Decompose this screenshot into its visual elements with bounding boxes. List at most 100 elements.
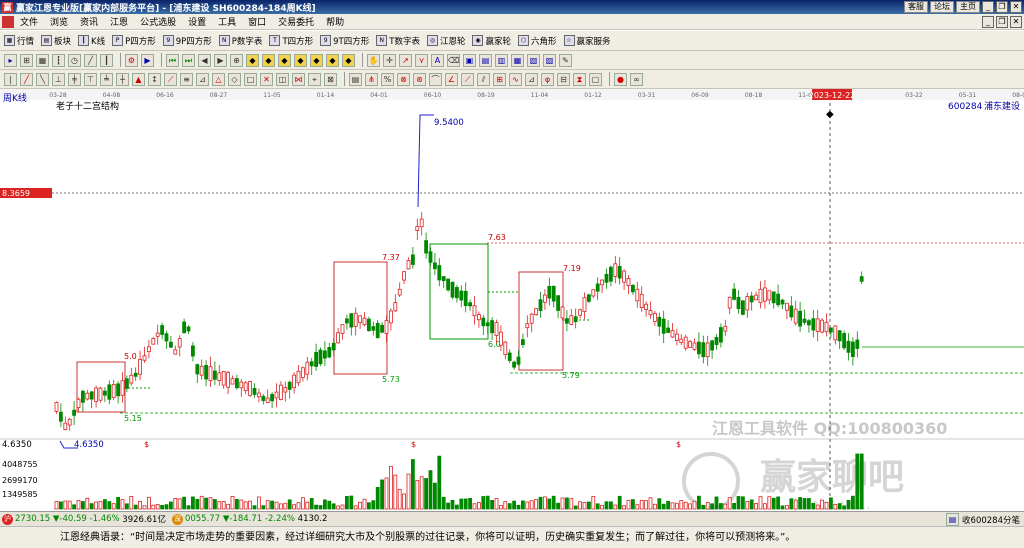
left-icon[interactable]: ◀ xyxy=(198,53,211,67)
trendline-icon[interactable]: ↗ xyxy=(399,53,412,67)
sh-index-block[interactable]: 沪 2730.15 ▼-40.59 -1.46% 3926.61亿 xyxy=(2,513,166,525)
split-icon[interactable]: ⊟ xyxy=(557,72,570,86)
menu-gann[interactable]: 江恩 xyxy=(104,15,134,28)
menu-info[interactable]: 资讯 xyxy=(74,15,104,28)
service-button[interactable]: 客服 xyxy=(904,1,928,13)
eraser-icon[interactable]: ⌫ xyxy=(447,53,460,67)
diamond-6-icon[interactable]: ◆ xyxy=(326,53,339,67)
diamond-5-icon[interactable]: ◆ xyxy=(310,53,323,67)
doc-close-icon[interactable]: ✕ xyxy=(1010,16,1022,28)
menu-help[interactable]: 帮助 xyxy=(320,15,350,28)
sz-index-block[interactable]: 深 0055.77 ▼-184.71 -2.24% 4130.2 xyxy=(171,513,327,525)
right-icon[interactable]: ▶ xyxy=(214,53,227,67)
channel-icon[interactable]: ⫽ xyxy=(477,72,490,86)
candle-icon[interactable]: ┃ xyxy=(100,53,113,67)
menu-browse[interactable]: 浏览 xyxy=(44,15,74,28)
diamond-7-icon[interactable]: ◆ xyxy=(342,53,355,67)
t-number-tool[interactable]: N T数字表 xyxy=(376,35,420,47)
restore-icon[interactable]: ❐ xyxy=(996,1,1008,13)
edit-icon[interactable]: ✎ xyxy=(559,53,572,67)
sector-tool[interactable]: ▤ 板块 xyxy=(41,35,71,47)
draw-10-icon[interactable]: ⟋ xyxy=(164,72,177,86)
angle-icon[interactable]: ∠ xyxy=(445,72,458,86)
bars-icon[interactable]: ┇ xyxy=(52,53,65,67)
pointer-icon[interactable]: ▸ xyxy=(4,53,17,67)
draw-2-icon[interactable]: ╲ xyxy=(36,72,49,86)
first-icon[interactable]: ⏮ xyxy=(166,53,179,67)
gann-wheel-tool[interactable]: ◎ 江恩轮 xyxy=(426,35,465,47)
diamond-1-icon[interactable]: ◆ xyxy=(246,53,259,67)
golden-icon[interactable]: φ xyxy=(541,72,554,86)
hand-icon[interactable]: ✋ xyxy=(367,53,380,67)
kline-tool[interactable]: ┃ K线 xyxy=(78,35,105,47)
gann-fan-icon[interactable]: ⟋ xyxy=(461,72,474,86)
draw-19-icon[interactable]: ⌖ xyxy=(308,72,321,86)
window-1-icon[interactable]: ▣ xyxy=(463,53,476,67)
box-icon[interactable]: ⊞ xyxy=(493,72,506,86)
percent-icon[interactable]: % xyxy=(381,72,394,86)
draw-1-icon[interactable]: ╱ xyxy=(20,72,33,86)
table-icon[interactable]: ▦ xyxy=(36,53,49,67)
draw-16-icon[interactable]: ✕ xyxy=(260,72,273,86)
winner-service-tool[interactable]: ☆ 赢家服务 xyxy=(563,35,611,47)
hexagon-tool[interactable]: ⬡ 六角形 xyxy=(517,35,557,47)
window-5-icon[interactable]: ▧ xyxy=(527,53,540,67)
tick-data-label[interactable]: 收600284分笔 xyxy=(962,514,1020,526)
forum-button[interactable]: 论坛 xyxy=(930,1,954,13)
diamond-4-icon[interactable]: ◆ xyxy=(294,53,307,67)
draw-4-icon[interactable]: ╪ xyxy=(68,72,81,86)
grid-icon[interactable]: ⊞ xyxy=(20,53,33,67)
window-3-icon[interactable]: ▥ xyxy=(495,53,508,67)
link-icon[interactable]: ∞ xyxy=(630,72,643,86)
draw-9-icon[interactable]: ↕ xyxy=(148,72,161,86)
window-4-icon[interactable]: ▦ xyxy=(511,53,524,67)
home-button[interactable]: 主页 xyxy=(956,1,980,13)
chart-type-icon[interactable]: ⚙ xyxy=(125,53,138,67)
close-icon[interactable]: ✕ xyxy=(1010,1,1022,13)
menu-trade[interactable]: 交易委托 xyxy=(272,15,320,28)
winner-wheel-tool[interactable]: ◉ 赢家轮 xyxy=(472,35,511,47)
arc-icon[interactable]: ⌒ xyxy=(429,72,442,86)
draw-11-icon[interactable]: ≡ xyxy=(180,72,193,86)
draw-6-icon[interactable]: ╧ xyxy=(100,72,113,86)
menu-window[interactable]: 窗口 xyxy=(242,15,272,28)
minimize-icon[interactable]: _ xyxy=(982,1,994,13)
9p-square-tool[interactable]: 9 9P四方形 xyxy=(162,35,212,47)
draw-3-icon[interactable]: ⊥ xyxy=(52,72,65,86)
doc-restore-icon[interactable]: ❐ xyxy=(996,16,1008,28)
time-icon[interactable]: ⧗ xyxy=(573,72,586,86)
window-6-icon[interactable]: ▨ xyxy=(543,53,556,67)
fib-icon[interactable]: ⋔ xyxy=(365,72,378,86)
cycle-icon[interactable]: ⊗ xyxy=(397,72,410,86)
draw-17-icon[interactable]: ◫ xyxy=(276,72,289,86)
line-icon[interactable]: ╱ xyxy=(84,53,97,67)
diamond-3-icon[interactable]: ◆ xyxy=(278,53,291,67)
hline-icon[interactable]: | xyxy=(4,72,17,86)
draw-13-icon[interactable]: △ xyxy=(212,72,225,86)
draw-7-icon[interactable]: ┼ xyxy=(116,72,129,86)
period-icon[interactable]: ◷ xyxy=(68,53,81,67)
9t-square-tool[interactable]: 9 9T四方形 xyxy=(320,35,369,47)
speed-icon[interactable]: ⊿ xyxy=(525,72,538,86)
t-square-tool[interactable]: T T四方形 xyxy=(269,35,313,47)
wave-icon[interactable]: ∿ xyxy=(509,72,522,86)
draw-8-icon[interactable]: ▲ xyxy=(132,72,145,86)
fan-icon[interactable]: ⋎ xyxy=(415,53,428,67)
tick-data-icon[interactable]: ▤ xyxy=(946,513,960,526)
p-square-tool[interactable]: P P四方形 xyxy=(112,35,156,47)
window-2-icon[interactable]: ▤ xyxy=(479,53,492,67)
menu-formula[interactable]: 公式选股 xyxy=(134,15,182,28)
square-icon[interactable]: ▢ xyxy=(589,72,602,86)
doc-minimize-icon[interactable]: _ xyxy=(982,16,994,28)
diamond-2-icon[interactable]: ◆ xyxy=(262,53,275,67)
menu-tools[interactable]: 工具 xyxy=(212,15,242,28)
draw-14-icon[interactable]: ◇ xyxy=(228,72,241,86)
p-number-tool[interactable]: N P数字表 xyxy=(218,35,262,47)
last-icon[interactable]: ⏭ xyxy=(182,53,195,67)
spiral-icon[interactable]: ⊛ xyxy=(413,72,426,86)
draw-5-icon[interactable]: ⊤ xyxy=(84,72,97,86)
menu-settings[interactable]: 设置 xyxy=(182,15,212,28)
draw-15-icon[interactable]: □ xyxy=(244,72,257,86)
ruler-icon[interactable]: ▤ xyxy=(349,72,362,86)
draw-12-icon[interactable]: ⊿ xyxy=(196,72,209,86)
